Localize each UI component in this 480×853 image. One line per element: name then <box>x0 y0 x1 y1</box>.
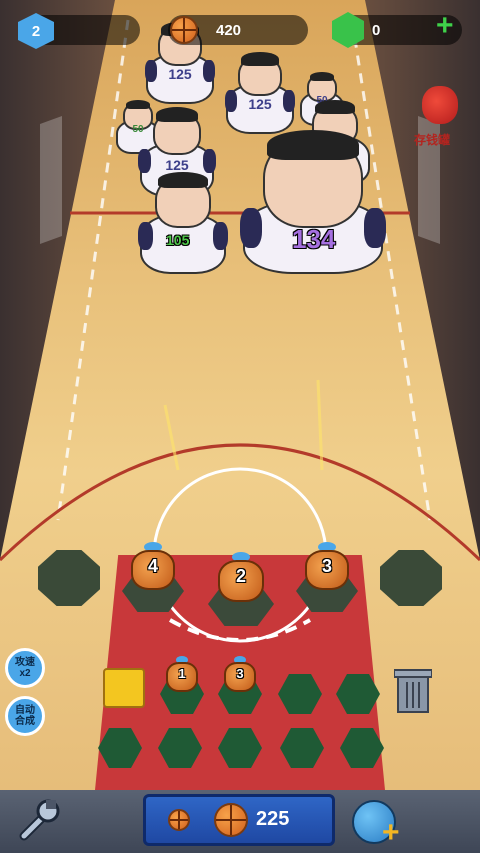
add-gems-button[interactable]: + <box>436 9 454 43</box>
attack-speed-button[interactable]: 攻速 x2 <box>5 648 45 688</box>
active-tower[interactable]: 4 <box>122 540 184 612</box>
coin-counter: 420 <box>168 15 308 45</box>
buy-price: 225 <box>256 808 290 830</box>
treasure-chest-icon[interactable] <box>103 668 145 708</box>
enemy-hp-right: 134 <box>292 224 336 254</box>
enemy-player[interactable]: 125 <box>225 50 295 134</box>
basketball-icon <box>214 803 248 837</box>
tower-level: 3 <box>236 666 244 681</box>
side-pad-right <box>380 550 442 606</box>
gem-count: 0 <box>372 21 381 39</box>
bench-tower[interactable]: 1 <box>164 654 200 698</box>
nba-logo-left <box>40 115 62 245</box>
tower-icon <box>168 809 190 831</box>
side-pad-left <box>38 550 100 606</box>
tower-level: 3 <box>321 556 332 576</box>
wrench-icon[interactable] <box>16 796 64 844</box>
active-tower[interactable]: 2 <box>208 550 274 626</box>
enemy-hp-left: 105 <box>166 232 190 248</box>
coin-count: 420 <box>216 21 242 39</box>
tower-level: 1 <box>178 666 186 681</box>
enemy-player[interactable]: 125 <box>138 172 228 274</box>
trash-bin-icon[interactable] <box>393 668 433 714</box>
piggy-bank-label[interactable]: 存钱罐 <box>414 131 450 148</box>
auto-merge-button[interactable]: 自动 合成 <box>5 696 45 736</box>
active-tower[interactable]: 3 <box>296 540 358 612</box>
bench-tower[interactable]: 3 <box>222 654 258 698</box>
basketball-icon <box>170 16 198 44</box>
jersey-number: 125 <box>168 66 192 82</box>
piggy-bank-icon[interactable] <box>422 86 458 124</box>
jersey-number: 125 <box>165 157 189 173</box>
tower-level: 2 <box>235 566 246 586</box>
jersey-number: 125 <box>248 96 272 112</box>
shop-ball-plus-icon[interactable]: + <box>352 796 404 848</box>
tower-level: 4 <box>147 556 158 576</box>
